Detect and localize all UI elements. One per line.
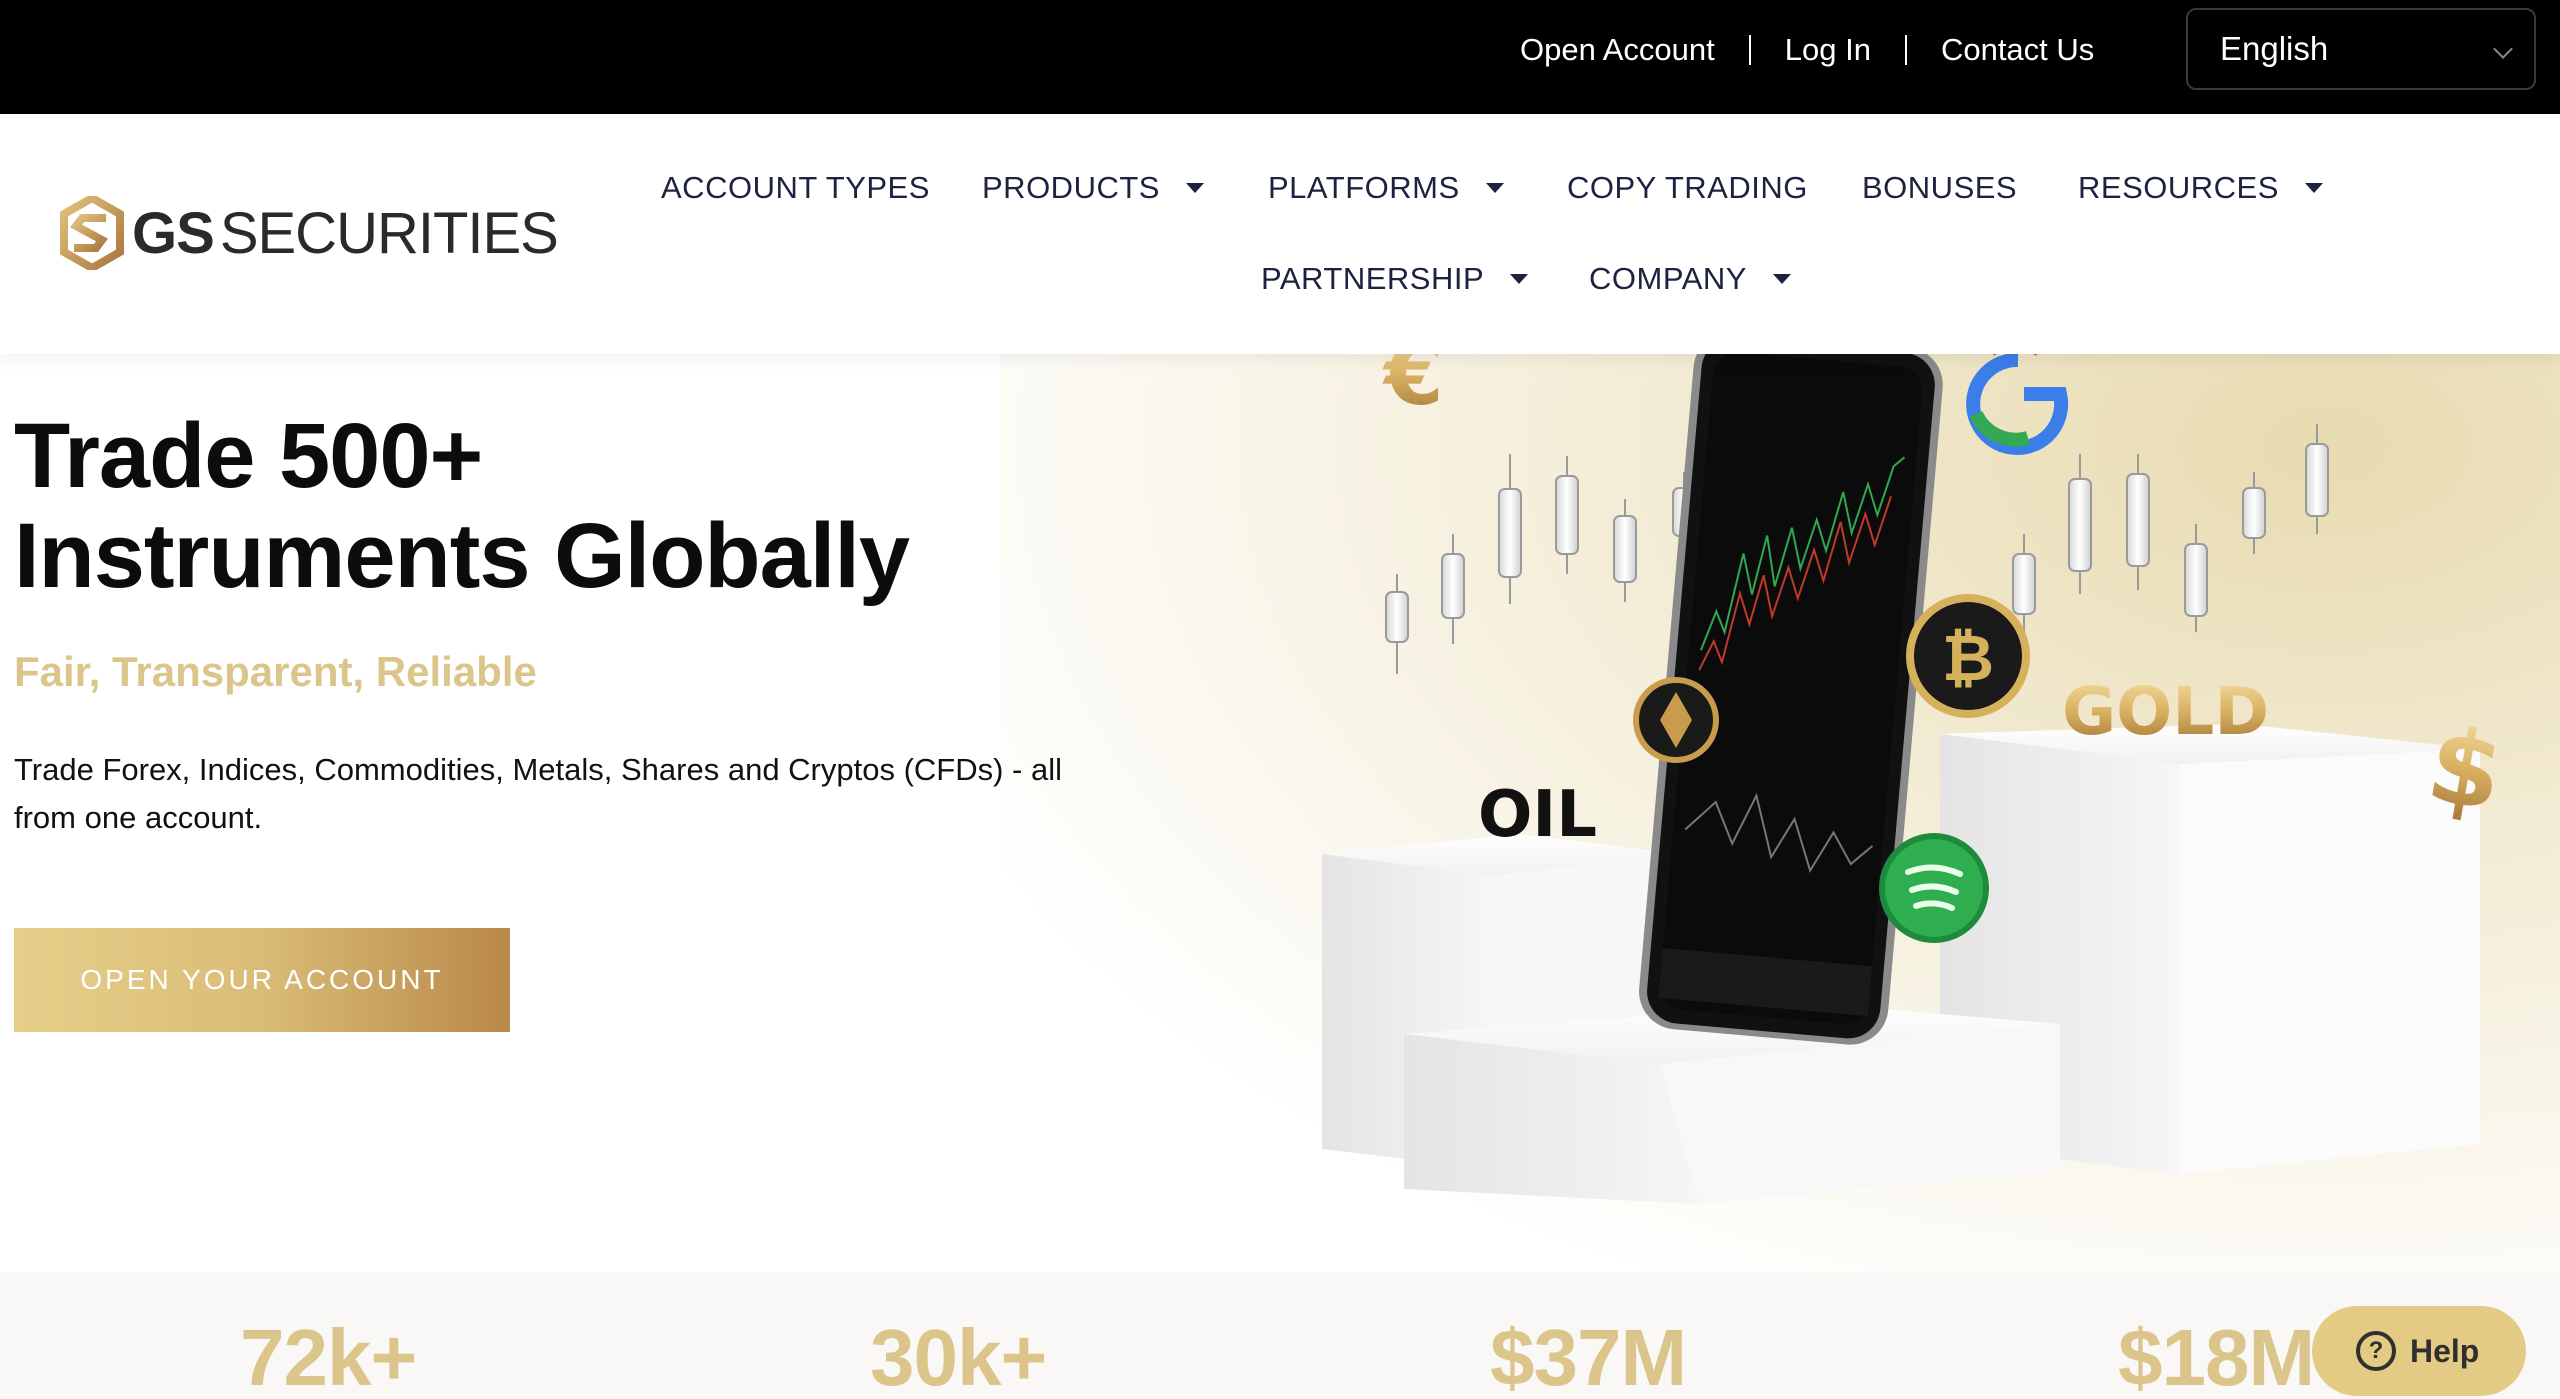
svg-text:₿: ₿ [1942,622,1994,696]
hero-title-line-2: Instruments Globally [14,505,910,607]
nav-resources[interactable]: RESOURCES [2078,170,2323,206]
top-links: Open Account Log In Contact Us [1520,0,2094,100]
hero-title-line-1: Trade 500+ [14,405,483,507]
language-select[interactable]: English [2186,8,2536,90]
logo-text-light: SECURITIES [219,200,559,266]
main-header: GS SECURITIES ACCOUNT TYPES PRODUCTS PLA… [0,114,2560,354]
candles-left [1385,454,1696,674]
language-value: English [2220,30,2329,67]
nav-bonuses[interactable]: BONUSES [1862,170,2017,206]
open-account-link[interactable]: Open Account [1520,32,1715,68]
caret-down-icon [1510,274,1529,284]
help-label: Help [2410,1332,2480,1369]
nav-label: BONUSES [1862,170,2018,205]
caret-down-icon [1185,183,1204,193]
site-logo[interactable]: GS SECURITIES [60,196,559,270]
stats-strip: 72k+ 30k+ $37M $18M [0,1272,2560,1399]
hero-title: Trade 500+ Instruments Globally [14,405,910,607]
spotify-coin-icon [1879,833,1989,943]
ethereum-coin-icon [1633,677,1719,763]
stat-clients: 72k+ [240,1313,417,1399]
caret-down-icon [2304,183,2323,193]
caret-down-icon [1772,274,1791,284]
nav-copy-trading[interactable]: COPY TRADING [1567,170,1808,206]
bitcoin-coin-icon: ₿ [1906,594,2030,718]
logo-text-bold: GS [132,200,215,266]
nav-label: ACCOUNT TYPES [661,170,930,205]
help-button[interactable]: ? Help [2312,1306,2526,1396]
open-your-account-button[interactable]: OPEN YOUR ACCOUNT [14,928,510,1032]
nav-label: COPY TRADING [1567,170,1808,205]
hero-section: Trade 500+ Instruments Globally Fair, Tr… [0,354,2560,1272]
nav-label: RESOURCES [2078,170,2279,205]
nav-company[interactable]: COMPANY [1589,261,1791,297]
google-logo-icon [1966,354,2069,455]
nav-label: PRODUCTS [982,170,1160,205]
hero-tagline: Fair, Transparent, Reliable [14,648,537,695]
oil-label: OIL [1478,778,1597,852]
nav-products[interactable]: PRODUCTS [982,170,1204,206]
stat-traders: 30k+ [870,1313,1047,1399]
gs-logo-icon [60,196,124,270]
candles-right [2012,424,2329,634]
nav-label: PARTNERSHIP [1261,261,1485,296]
nav-label: PLATFORMS [1268,170,1460,205]
divider [1904,35,1907,65]
dollar-symbol-icon: $ [2419,703,2511,836]
nav-platforms[interactable]: PLATFORMS [1268,170,1504,206]
hero-illustration: OIL GOLD ₿ € $ [1322,354,2512,1204]
chevron-down-icon [2493,39,2513,59]
contact-us-link[interactable]: Contact Us [1941,32,2094,68]
top-bar: Open Account Log In Contact Us English [0,0,2560,114]
hero-description: Trade Forex, Indices, Commodities, Metal… [14,752,1063,835]
login-link[interactable]: Log In [1785,32,1871,68]
nav-account-types[interactable]: ACCOUNT TYPES [661,170,930,206]
question-icon: ? [2356,1331,2396,1371]
stat-volume: $37M [1490,1313,1687,1399]
divider [1748,35,1751,65]
nav-partnership[interactable]: PARTNERSHIP [1261,261,1529,297]
gold-label: GOLD [2062,673,2269,750]
stat-payouts: $18M [2118,1313,2315,1399]
nav-label: COMPANY [1589,261,1747,296]
euro-symbol-icon: € [1382,354,1444,425]
caret-down-icon [1485,183,1504,193]
